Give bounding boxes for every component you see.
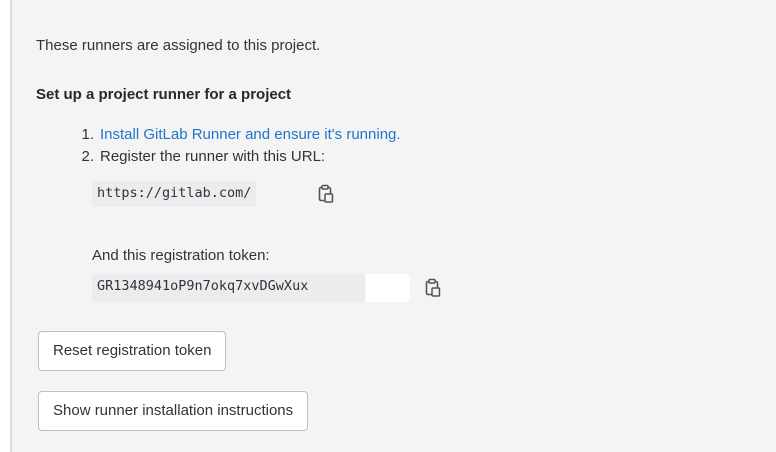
step-item-install: 1. Install GitLab Runner and ensure it's… bbox=[80, 124, 401, 146]
reset-registration-token-button[interactable]: Reset registration token bbox=[38, 331, 227, 371]
registration-token-code: GR1348941oP9n7okq7xvDGwXux bbox=[92, 274, 410, 302]
step-number: 1. bbox=[81, 126, 94, 143]
setup-heading: Set up a project runner for a project bbox=[36, 86, 292, 103]
step-item-register: 2. Register the runner with this URL: bbox=[80, 146, 401, 168]
setup-steps-list: 1. Install GitLab Runner and ensure it's… bbox=[80, 124, 401, 168]
copy-url-clipboard-icon[interactable] bbox=[317, 184, 335, 204]
token-label: And this registration token: bbox=[92, 247, 270, 264]
runner-url-code: https://gitlab.com/ bbox=[92, 181, 257, 207]
intro-text: These runners are assigned to this proje… bbox=[36, 37, 321, 54]
show-installation-instructions-button[interactable]: Show runner installation instructions bbox=[38, 391, 309, 431]
install-runner-link[interactable]: Install GitLab Runner and ensure it's ru… bbox=[100, 124, 401, 146]
step-number: 2. bbox=[81, 148, 94, 165]
runners-panel: These runners are assigned to this proje… bbox=[10, 0, 776, 452]
copy-token-clipboard-icon[interactable] bbox=[424, 278, 442, 298]
register-step-text: Register the runner with this URL: bbox=[100, 148, 326, 165]
